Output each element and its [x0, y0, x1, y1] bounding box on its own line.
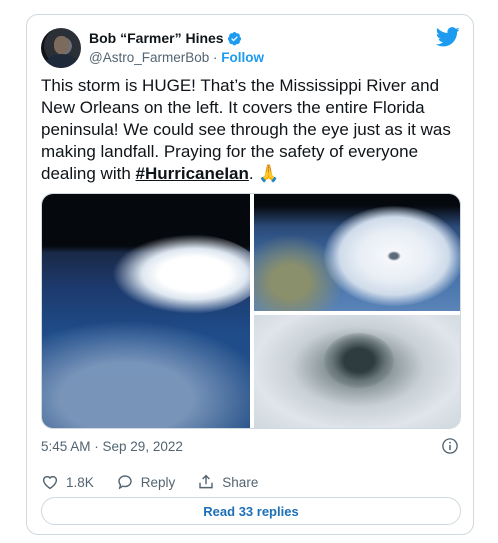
avatar[interactable]: [41, 28, 81, 68]
share-icon: [199, 474, 214, 489]
author-name-row: Bob “Farmer” Hines: [89, 30, 242, 46]
author-handle-row: @Astro_FarmerBob · Follow: [89, 50, 264, 65]
photo-storm-eye: [324, 333, 394, 388]
photo-cloud-mass: [112, 234, 250, 314]
verified-badge-icon: [227, 31, 241, 45]
tweet-text: This storm is HUGE! That’s the Mississip…: [41, 75, 461, 185]
photo-cloud-haze: [42, 314, 250, 428]
like-button[interactable]: 1.8K: [41, 473, 94, 491]
speech-bubble-icon: [118, 475, 132, 490]
read-replies-button[interactable]: Read 33 replies: [41, 497, 461, 525]
share-label: Share: [222, 474, 259, 490]
author-name[interactable]: Bob “Farmer” Hines: [89, 30, 224, 46]
heart-icon: [42, 475, 58, 490]
share-button[interactable]: Share: [197, 473, 258, 491]
reply-button[interactable]: Reply: [116, 473, 176, 491]
photo-storm-spiral: [324, 206, 460, 306]
photo-hurricane-eye-wide[interactable]: [254, 194, 460, 311]
photo-hurricane-from-orbit[interactable]: [42, 194, 250, 428]
handle-separator: ·: [213, 50, 218, 65]
tweet-text-end: . 🙏: [248, 164, 280, 183]
hashtag-link[interactable]: #HurricaneIan: [136, 164, 249, 183]
avatar-shoulders: [46, 54, 78, 68]
tweet-card: Bob “Farmer” Hines @Astro_FarmerBob · Fo…: [26, 14, 474, 535]
action-bar: 1.8K Reply Share: [41, 473, 280, 491]
follow-button[interactable]: Follow: [221, 50, 264, 65]
author-handle[interactable]: @Astro_FarmerBob: [89, 50, 209, 65]
like-count: 1.8K: [66, 474, 94, 490]
media-grid: [41, 193, 461, 429]
tweet-timestamp[interactable]: 5:45 AM · Sep 29, 2022: [41, 439, 183, 454]
twitter-bird-icon[interactable]: [436, 27, 460, 47]
photo-hurricane-eye-closeup[interactable]: [254, 315, 460, 428]
info-icon[interactable]: [441, 437, 459, 455]
avatar-face: [54, 36, 69, 54]
reply-label: Reply: [140, 474, 176, 490]
